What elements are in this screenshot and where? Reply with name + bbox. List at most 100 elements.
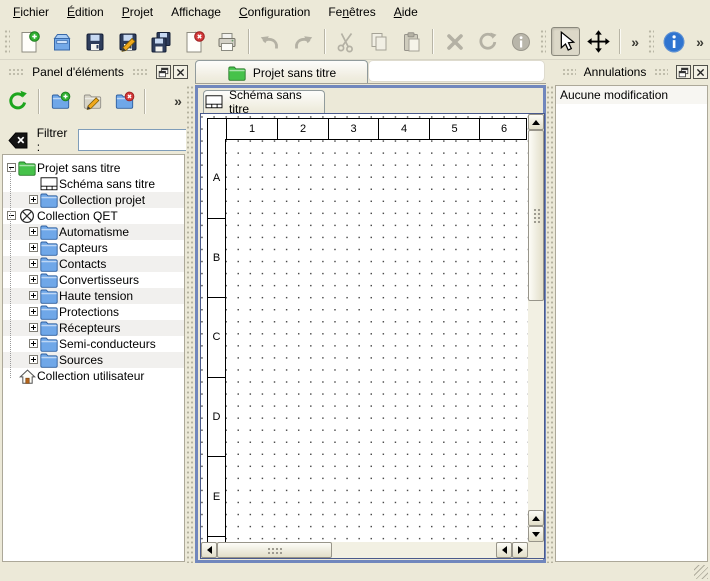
tree-item-sources[interactable]: Sources [3, 352, 184, 368]
close-file-button[interactable] [180, 27, 209, 56]
project-subwindow: Schéma sans titre 123456 ABCDE [195, 85, 546, 563]
expander-plus-icon[interactable] [27, 241, 39, 255]
menu-affichage[interactable]: Affichage [162, 2, 230, 22]
cut-button[interactable] [332, 27, 361, 56]
delete-category-button[interactable] [110, 87, 138, 115]
edit-category-button[interactable] [78, 87, 106, 115]
vertical-scrollbar[interactable] [528, 114, 544, 542]
redo-button[interactable] [289, 27, 318, 56]
tab-project[interactable]: Projet sans titre [195, 60, 368, 84]
toolbar-handle[interactable] [648, 29, 654, 55]
float-icon [158, 67, 169, 78]
expander-plus-icon[interactable] [27, 273, 39, 287]
overflow-button[interactable]: » [170, 87, 186, 115]
expander-plus-icon[interactable] [27, 337, 39, 351]
grid-column-2: 2 [277, 119, 328, 139]
menu-fenetres[interactable]: Fenêtres [319, 2, 384, 22]
horizontal-scrollbar[interactable] [201, 542, 528, 558]
move-tool-button[interactable] [584, 27, 613, 56]
menu-aide[interactable]: Aide [385, 2, 427, 22]
expander-plus-icon[interactable] [27, 257, 39, 271]
delete-button[interactable] [440, 27, 469, 56]
paste-button[interactable] [397, 27, 426, 56]
new-file-icon [18, 31, 40, 53]
overflow-button[interactable]: » [627, 27, 643, 56]
expander-plus-icon[interactable] [27, 305, 39, 319]
float-panel-button[interactable] [676, 65, 691, 79]
elements-panel-title: Panel d'éléments [30, 65, 126, 79]
tree-item-projet-sans-titre[interactable]: Projet sans titre [3, 160, 184, 176]
save-as-button[interactable] [114, 27, 143, 56]
toolbar-separator [248, 29, 250, 54]
info-gray-button[interactable] [506, 27, 535, 56]
scroll-left-button-2[interactable] [496, 542, 512, 558]
scroll-left-button[interactable] [201, 542, 217, 558]
titlebar-texture [562, 68, 576, 77]
grid-corner-cell [208, 119, 226, 139]
refresh-icon [6, 89, 30, 113]
overflow-button[interactable]: » [692, 27, 708, 56]
delete-category-icon [114, 91, 135, 111]
paste-icon [401, 31, 423, 53]
scroll-up-button-2[interactable] [528, 510, 544, 526]
tree-item-semi-conducteurs[interactable]: Semi-conducteurs [3, 336, 184, 352]
save-button[interactable] [81, 27, 110, 56]
save-all-button[interactable] [147, 27, 176, 56]
column-header: 123456 [207, 118, 527, 140]
expander-plus-icon[interactable] [27, 225, 39, 239]
right-splitter[interactable] [546, 85, 554, 563]
undo-list-item[interactable]: Aucune modification [556, 86, 707, 104]
expander-plus-icon[interactable] [27, 353, 39, 367]
menu-projet[interactable]: Projet [113, 2, 162, 22]
expander-plus-icon[interactable] [27, 289, 39, 303]
scroll-right-button[interactable] [512, 542, 528, 558]
info-blue-button[interactable] [659, 27, 688, 56]
tree-item-collection-utilisateur[interactable]: Collection utilisateur [3, 368, 184, 384]
toolbar-handle[interactable] [4, 29, 10, 55]
tree-item-protections[interactable]: Protections [3, 304, 184, 320]
menu-edition[interactable]: Édition [58, 2, 113, 22]
close-panel-button[interactable] [693, 65, 708, 79]
tree-item-convertisseurs[interactable]: Convertisseurs [3, 272, 184, 288]
new-file-button[interactable] [15, 27, 44, 56]
scroll-down-button[interactable] [528, 526, 544, 542]
select-arrow-button[interactable] [551, 27, 580, 56]
diagram-canvas[interactable]: 123456 ABCDE [201, 114, 528, 542]
filter-input[interactable] [78, 129, 188, 151]
scroll-up-button[interactable] [528, 114, 544, 130]
rotate-button[interactable] [473, 27, 502, 56]
tree-item-contacts[interactable]: Contacts [3, 256, 184, 272]
tree-item-collection-qet[interactable]: Collection QET [3, 208, 184, 224]
toolbar-handle[interactable] [540, 29, 546, 55]
elements-tree: Projet sans titreSchéma sans titreCollec… [2, 154, 185, 562]
left-splitter[interactable] [186, 85, 195, 563]
horizontal-scroll-thumb[interactable] [217, 542, 332, 558]
tree-item-collection-projet[interactable]: Collection projet [3, 192, 184, 208]
grid-row-D: D [208, 378, 225, 458]
grid-column-4: 4 [378, 119, 429, 139]
close-panel-button[interactable] [173, 65, 188, 79]
refresh-button[interactable] [4, 87, 32, 115]
print-button[interactable] [213, 27, 242, 56]
tree-item-automatisme[interactable]: Automatisme [3, 224, 184, 240]
chevron-right-icon: » [631, 35, 639, 49]
tab-schema[interactable]: Schéma sans titre [203, 90, 325, 113]
expander-plus-icon[interactable] [27, 193, 39, 207]
menu-fichier[interactable]: Fichier [4, 2, 58, 22]
grid-row-C: C [208, 298, 225, 378]
float-panel-button[interactable] [156, 65, 171, 79]
clear-filter-button[interactable] [6, 129, 31, 151]
tree-item-capteurs[interactable]: Capteurs [3, 240, 184, 256]
size-grip[interactable] [694, 565, 708, 579]
undo-button[interactable] [256, 27, 285, 56]
open-file-button[interactable] [48, 27, 77, 56]
arrow-up-icon [532, 516, 540, 521]
vertical-scroll-thumb[interactable] [528, 130, 544, 301]
menu-configuration[interactable]: Configuration [230, 2, 319, 22]
tree-item-schema-sans-titre[interactable]: Schéma sans titre [3, 176, 184, 192]
new-category-button[interactable] [46, 87, 74, 115]
tree-item-recepteurs[interactable]: Récepteurs [3, 320, 184, 336]
expander-plus-icon[interactable] [27, 321, 39, 335]
copy-button[interactable] [365, 27, 394, 56]
tree-item-haute-tension[interactable]: Haute tension [3, 288, 184, 304]
